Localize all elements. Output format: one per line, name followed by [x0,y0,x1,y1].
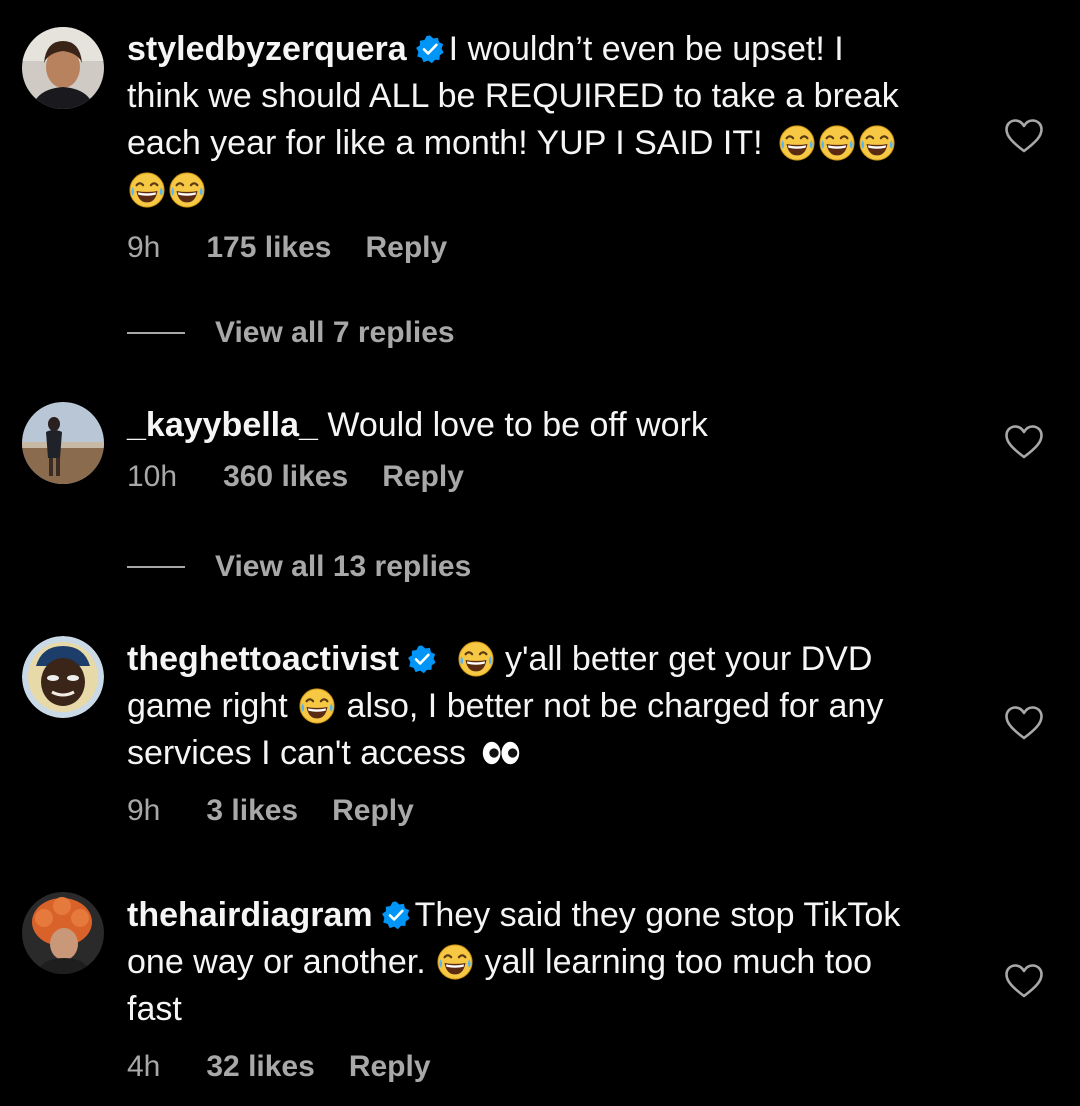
comment-username[interactable]: _kayybella_ [127,406,318,444]
reply-button[interactable]: Reply [382,460,464,494]
avatar[interactable] [22,636,104,718]
comment-text: also, I better not be charged for any [346,687,884,725]
comment-username[interactable]: theghettoactivist [127,640,399,678]
replies-divider [127,566,185,568]
comment-likes[interactable]: 3 likes [206,794,298,828]
like-heart-icon[interactable] [1004,963,1044,999]
like-heart-icon[interactable] [1004,118,1044,154]
comment-username[interactable]: thehairdiagram [127,896,373,934]
laughing-emoji-icon [298,687,336,725]
view-replies-label: View all 13 replies [215,550,472,583]
comment-likes[interactable]: 360 likes [223,460,348,494]
comment-text: yall learning too much too [484,943,873,981]
comment-text: y'all better get your DVD [504,640,873,678]
reply-button[interactable]: Reply [332,794,414,828]
comment-timestamp: 10h [127,460,178,493]
verified-badge-icon [415,34,445,64]
view-replies-label: View all 7 replies [215,316,455,349]
laughing-emoji-icon [858,124,896,162]
comment-timestamp: 9h [127,794,161,827]
avatar[interactable] [22,892,104,974]
laughing-emoji-icon [128,171,166,209]
comment-username[interactable]: styledbyzerquera [127,30,407,68]
avatar[interactable] [22,402,104,484]
comment-text: one way or another. [127,943,426,981]
comment-text: each year for like a month! YUP I SAID I… [127,124,763,162]
comment-likes[interactable]: 175 likes [206,231,331,265]
eyes-emoji-icon [480,739,522,767]
view-replies-button[interactable]: View all 7 replies [127,316,455,350]
laughing-emoji-icon [818,124,856,162]
comment-text: fast [127,990,182,1028]
comment-text: They said they gone stop TikTok [414,896,901,934]
laughing-emoji-icon [457,640,495,678]
laughing-emoji-icon [778,124,816,162]
view-replies-button[interactable]: View all 13 replies [127,550,471,584]
laughing-emoji-icon [168,171,206,209]
reply-button[interactable]: Reply [366,231,448,265]
like-heart-icon[interactable] [1004,705,1044,741]
comment-text: services I can't access [127,734,467,772]
comment-text: game right [127,687,288,725]
verified-badge-icon [407,644,437,674]
comment-text: Would love to be off work [327,406,708,444]
comment-text: think we should ALL be REQUIRED to take … [127,77,899,115]
comment-timestamp: 4h [127,1050,161,1083]
comment-text: I wouldn’t even be upset! I [448,30,844,68]
reply-button[interactable]: Reply [349,1050,431,1084]
laughing-emoji-icon [436,943,474,981]
avatar[interactable] [22,27,104,109]
comment-likes[interactable]: 32 likes [206,1050,314,1084]
verified-badge-icon [381,900,411,930]
like-heart-icon[interactable] [1004,424,1044,460]
replies-divider [127,332,185,334]
comment-timestamp: 9h [127,231,161,264]
